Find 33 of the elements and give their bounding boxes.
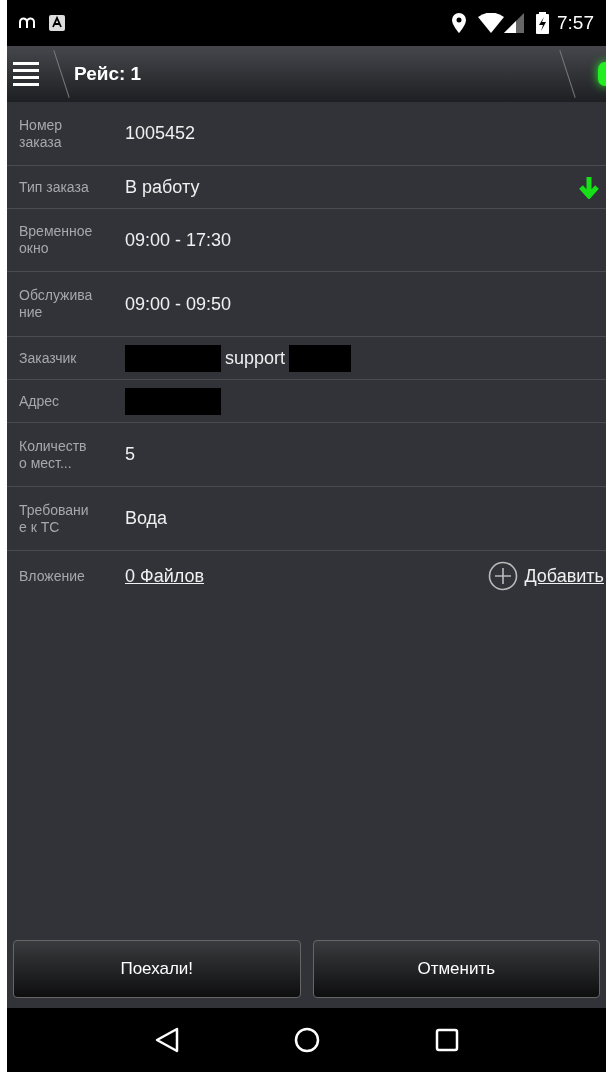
- location-icon: [452, 13, 466, 33]
- add-link[interactable]: Добавить: [524, 562, 604, 590]
- field-value: Вода: [125, 507, 168, 530]
- field-value: 5: [125, 443, 135, 466]
- field-label: Тип заказа: [18, 178, 90, 196]
- field-label: Номер заказа: [18, 116, 64, 151]
- field-label: Заказчик: [18, 349, 78, 367]
- field-label: Обслужива ние: [18, 287, 94, 321]
- action-button[interactable]: Отменить: [312, 940, 600, 998]
- files-link[interactable]: 0 Файлов: [125, 562, 205, 590]
- field-label: Количеств о мест...: [18, 437, 88, 472]
- battery-charging-icon: [536, 12, 549, 34]
- field-label: Вложение: [18, 566, 86, 586]
- field-label: Адрес: [18, 392, 61, 410]
- action-button[interactable]: Поехали!: [13, 940, 301, 998]
- field-value: 09:00 - 09:50: [125, 292, 232, 316]
- home-icon[interactable]: [293, 1027, 320, 1053]
- back-icon[interactable]: [154, 1027, 179, 1053]
- screen-title: Рейс: 1: [74, 61, 142, 86]
- field-label: Требовани е к ТС: [18, 501, 90, 536]
- recents-icon[interactable]: [434, 1028, 459, 1052]
- clock-time: 7:57: [557, 10, 594, 35]
- field-value: 1005452: [125, 122, 196, 145]
- notification-icon: [19, 17, 35, 29]
- redaction-bar: [289, 344, 352, 372]
- field-value: support: [225, 346, 286, 370]
- field-label: Временное окно: [18, 223, 94, 257]
- plus-circle-icon[interactable]: [488, 561, 519, 591]
- arrow-down-icon[interactable]: [578, 175, 600, 199]
- keyboard-icon: [49, 15, 65, 31]
- field-value: 09:00 - 17:30: [125, 228, 232, 252]
- signal-icon: [504, 13, 524, 33]
- field-value: В работу: [125, 175, 200, 199]
